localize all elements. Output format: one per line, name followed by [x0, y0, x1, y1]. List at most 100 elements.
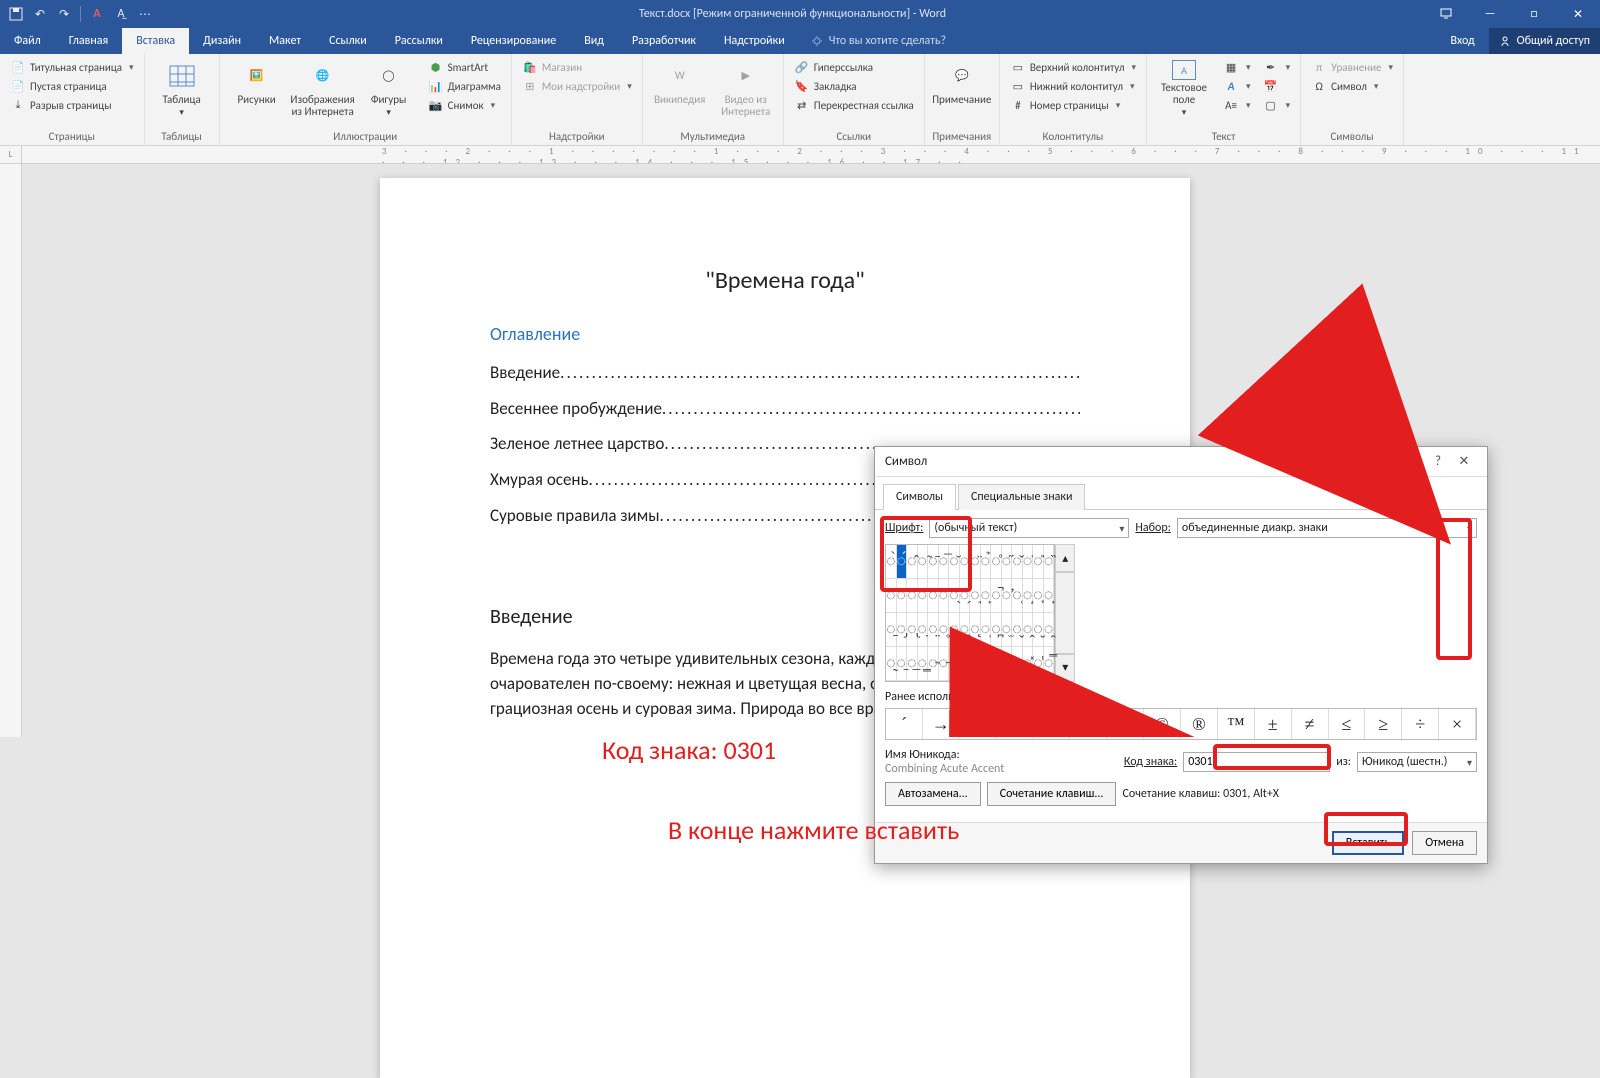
smartart-button[interactable]: ⬢SmartArt — [424, 58, 505, 76]
symbol-cell[interactable]: ◌̛ — [1002, 579, 1013, 613]
symbol-cell[interactable]: ◌̯ — [1044, 613, 1055, 647]
symbol-cell[interactable]: ◌̈ — [970, 545, 981, 579]
grid-scrollbar[interactable]: ▴ ▾ — [1055, 544, 1075, 682]
recent-symbol-cell[interactable]: ≤ — [1329, 709, 1366, 739]
recent-symbol-cell[interactable]: ™ — [1218, 709, 1255, 739]
symbol-cell[interactable]: ◌̭ — [1023, 613, 1034, 647]
recent-symbol-cell[interactable]: © — [1144, 709, 1181, 739]
tab-special[interactable]: Специальные знаки — [958, 484, 1086, 510]
save-icon[interactable] — [8, 6, 24, 22]
blank-page-button[interactable]: 📄Пустая страница — [6, 77, 138, 95]
crossref-button[interactable]: ⇄Перекрестная ссылка — [790, 96, 918, 114]
symbol-cell[interactable]: ◌̎ — [1033, 545, 1044, 579]
symbol-cell[interactable]: ◌́ — [897, 545, 908, 579]
recent-symbol-cell[interactable]: ® — [1181, 709, 1218, 739]
char-code-input[interactable] — [1183, 752, 1330, 772]
symbol-cell[interactable]: ◌̞ — [1033, 579, 1044, 613]
from-dropdown[interactable]: Юникод (шестн.) — [1357, 752, 1477, 772]
symbol-cell[interactable]: ◌̲ — [907, 647, 918, 681]
sign-in[interactable]: Вход — [1436, 28, 1488, 54]
symbol-cell[interactable]: ◌̊ — [991, 545, 1002, 579]
symbol-cell[interactable]: ◌̜ — [1012, 579, 1023, 613]
symbol-cell[interactable]: ◌̽ — [1023, 647, 1034, 681]
header-button[interactable]: ▭Верхний колонтитул — [1006, 58, 1140, 76]
recent-symbol-cell[interactable]: ÷ — [1402, 709, 1439, 739]
symbol-cell[interactable]: ◌̐ — [886, 579, 897, 613]
symbol-cell[interactable]: ◌̑ — [897, 579, 908, 613]
symbol-cell[interactable]: ◌̱ — [897, 647, 908, 681]
symbol-cell[interactable]: ◌̖ — [949, 579, 960, 613]
insert-button[interactable]: Вставить — [1332, 831, 1405, 855]
minimize-button[interactable]: — — [1468, 0, 1512, 28]
tab-insert[interactable]: Вставка — [122, 28, 189, 54]
symbol-cell[interactable]: ◌̣ — [918, 613, 929, 647]
ribbon-options-icon[interactable] — [1424, 0, 1468, 28]
scroll-track[interactable] — [1055, 572, 1075, 653]
online-pics-button[interactable]: 🌐Изображения из Интернета — [292, 58, 354, 120]
symbol-cell[interactable]: ◌̻ — [1002, 647, 1013, 681]
symbol-cell[interactable]: ◌̩ — [981, 613, 992, 647]
tab-home[interactable]: Главная — [55, 28, 122, 54]
recent-symbol-cell[interactable]: ¥ — [1107, 709, 1144, 739]
symbol-cell[interactable]: ◌̡ — [897, 613, 908, 647]
set-dropdown[interactable]: объединенные диакр. знаки — [1177, 518, 1477, 538]
scroll-up-button[interactable]: ▴ — [1055, 544, 1075, 572]
symbol-cell[interactable]: ◌̪ — [991, 613, 1002, 647]
symbol-cell[interactable]: ◌̝ — [1023, 579, 1034, 613]
symbol-cell[interactable]: ◌̔ — [928, 579, 939, 613]
symbol-cell[interactable]: ◌̉ — [981, 545, 992, 579]
symbol-button[interactable]: ΩСимвол — [1307, 77, 1397, 95]
symbol-cell[interactable]: ◌̨ — [970, 613, 981, 647]
cover-page-button[interactable]: 📄Титульная страница — [6, 58, 138, 76]
tab-review[interactable]: Рецензирование — [457, 28, 570, 54]
recent-symbol-cell[interactable]: ´ — [886, 709, 923, 739]
symbol-cell[interactable]: ◌̆ — [949, 545, 960, 579]
symbol-cell[interactable]: ◌̇ — [960, 545, 971, 579]
symbol-cell[interactable]: ◌̮ — [1033, 613, 1044, 647]
tab-developer[interactable]: Разработчик — [618, 28, 710, 54]
quickparts-button[interactable]: ▦ — [1219, 58, 1255, 76]
symbol-cell[interactable]: ◌̼ — [1012, 647, 1023, 681]
symbol-cell[interactable]: ◌̄ — [928, 545, 939, 579]
symbol-cell[interactable]: ◌̠ — [886, 613, 897, 647]
symbol-cell[interactable]: ◌̵ — [939, 647, 950, 681]
symbol-cell[interactable]: ◌̥ — [939, 613, 950, 647]
symbol-cell[interactable]: ◌̗ — [960, 579, 971, 613]
recent-symbol-cell[interactable]: € — [1034, 709, 1071, 739]
tab-references[interactable]: Ссылки — [315, 28, 381, 54]
symbol-cell[interactable]: ◌̫ — [1002, 613, 1013, 647]
symbol-cell[interactable]: ◌̀ — [886, 545, 897, 579]
tab-file[interactable]: Файл — [0, 28, 55, 54]
symbol-cell[interactable]: ◌̳ — [918, 647, 929, 681]
symbol-cell[interactable]: ◌̒ — [907, 579, 918, 613]
dialog-close-button[interactable]: ✕ — [1451, 454, 1477, 469]
tab-addins[interactable]: Надстройки — [710, 28, 799, 54]
symbol-cell[interactable]: ◌̴ — [928, 647, 939, 681]
symbol-cell[interactable]: ◌̟ — [1044, 579, 1055, 613]
toc-item[interactable]: Введение — [490, 355, 1080, 391]
symbol-cell[interactable]: ◌̬ — [1012, 613, 1023, 647]
symbol-cell[interactable]: ◌̏ — [1044, 545, 1055, 579]
symbol-cell[interactable]: ◌̍ — [1023, 545, 1034, 579]
screenshot-button[interactable]: 📷Снимок — [424, 96, 505, 114]
datetime-button[interactable]: 📅 — [1259, 77, 1295, 95]
symbol-cell[interactable]: ◌̤ — [928, 613, 939, 647]
hyperlink-button[interactable]: 🔗Гиперссылка — [790, 58, 918, 76]
symbol-cell[interactable]: ◌̅ — [939, 545, 950, 579]
object-button[interactable]: ▢ — [1259, 96, 1295, 114]
recent-symbol-cell[interactable]: ≠ — [1292, 709, 1329, 739]
symbol-cell[interactable]: ◌̢ — [907, 613, 918, 647]
table-button[interactable]: Таблица▾ — [151, 58, 213, 120]
symbol-cell[interactable]: ◌̷ — [960, 647, 971, 681]
maximize-button[interactable]: □ — [1512, 0, 1556, 28]
ruler-horizontal[interactable]: 3 · · · 2 · · · 1 · · · · · · · 1 · · · … — [22, 146, 1600, 164]
symbol-cell[interactable]: ◌̹ — [981, 647, 992, 681]
symbol-cell[interactable]: ◌̿ — [1044, 647, 1055, 681]
pagenum-button[interactable]: #Номер страницы — [1006, 96, 1140, 114]
dropcap-button[interactable]: A≡ — [1219, 96, 1255, 114]
symbol-cell[interactable]: ◌̧ — [960, 613, 971, 647]
scroll-down-button[interactable]: ▾ — [1055, 654, 1075, 682]
symbol-grid[interactable]: ◌̀◌́◌̂◌̃◌̄◌̅◌̆◌̇◌̈◌̉◌̊◌̋◌̌◌̍◌̎◌̏◌̐◌̑◌̒◌̓… — [885, 544, 1055, 682]
undo-icon[interactable]: ↶ — [32, 6, 48, 22]
autocorrect-button[interactable]: Автозамена... — [885, 782, 981, 806]
